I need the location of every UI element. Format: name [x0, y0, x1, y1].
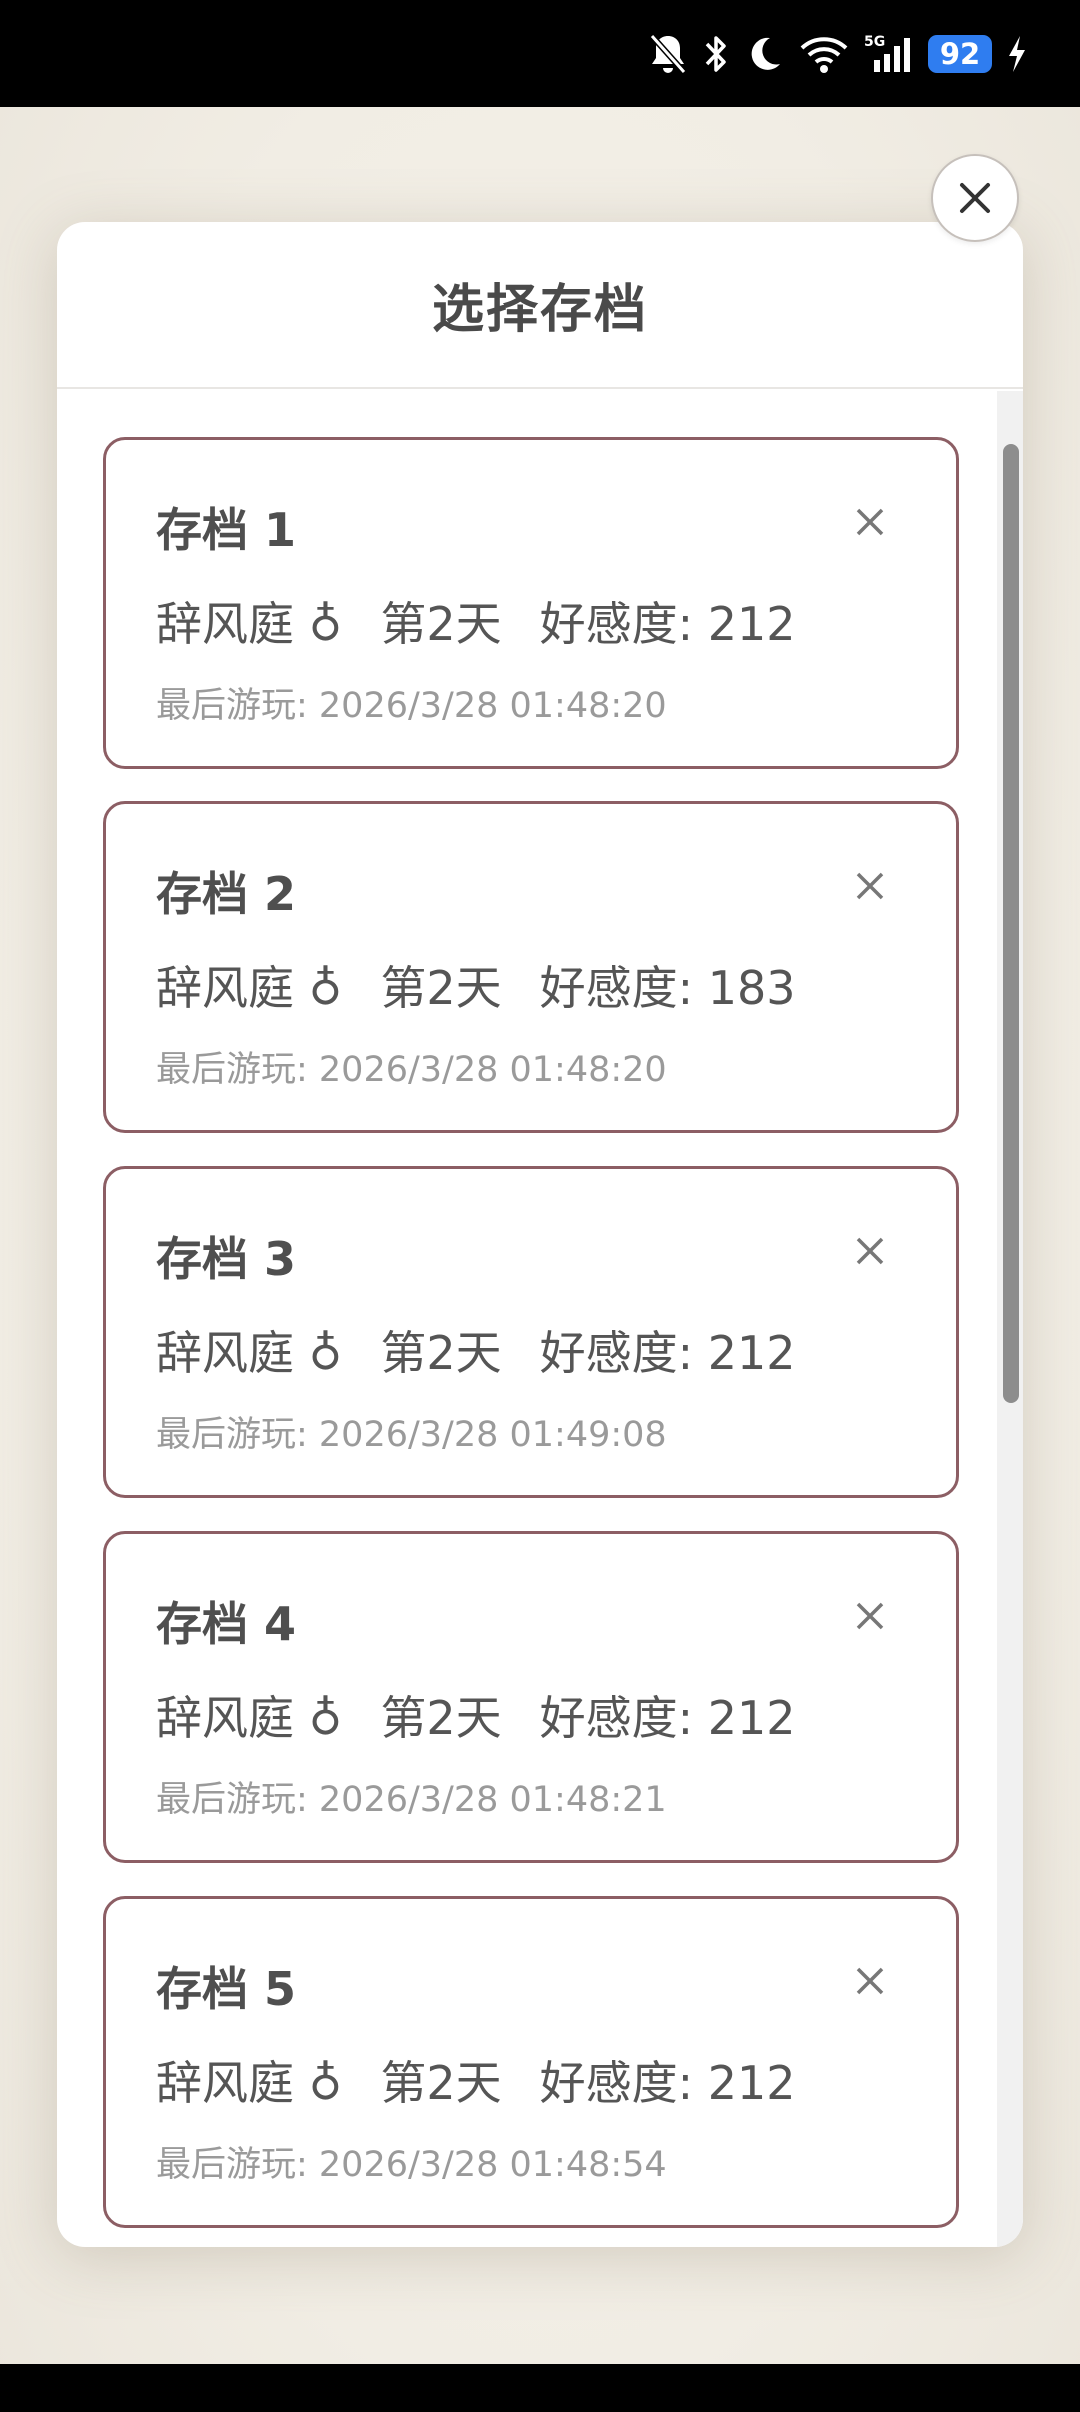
affection-label: 好感度: 212 [539, 597, 796, 651]
delete-save-button[interactable] [848, 1959, 892, 2003]
affection-label: 好感度: 212 [539, 1326, 796, 1380]
bluetooth-icon [702, 24, 730, 84]
day-label: 第2天 [380, 1691, 502, 1745]
delete-save-button[interactable] [848, 864, 892, 908]
save-slot-title: 存档 2 [156, 867, 297, 921]
affection-label: 好感度: 212 [539, 2056, 796, 2110]
affection-label: 好感度: 212 [539, 1691, 796, 1745]
save-slot-5[interactable]: 存档 5 辞风庭 ♁ 第2天 好感度: 212 最后游玩: 2026/3/28 … [103, 1896, 959, 2228]
day-label: 第2天 [380, 2056, 502, 2110]
save-slot-title: 存档 4 [156, 1597, 297, 1651]
close-icon [856, 1967, 884, 1995]
save-slot-info: 辞风庭 ♁ 第2天 好感度: 212 [156, 1682, 796, 1748]
character-name: 辞风庭 ♁ [156, 2056, 343, 2110]
last-played: 最后游玩: 2026/3/28 01:48:20 [156, 1050, 667, 1090]
character-name: 辞风庭 ♁ [156, 597, 343, 651]
close-icon [856, 1602, 884, 1630]
bell-muted-icon [648, 24, 688, 84]
close-dialog-button[interactable] [931, 154, 1019, 242]
charging-icon [1006, 24, 1028, 84]
scrollbar-thumb[interactable] [1003, 444, 1019, 1403]
delete-save-button[interactable] [848, 500, 892, 544]
save-slot-info: 辞风庭 ♁ 第2天 好感度: 212 [156, 588, 796, 654]
last-played: 最后游玩: 2026/3/28 01:48:54 [156, 2145, 667, 2185]
close-icon [856, 1237, 884, 1265]
save-slot-2[interactable]: 存档 2 辞风庭 ♁ 第2天 好感度: 183 最后游玩: 2026/3/28 … [103, 801, 959, 1133]
moon-icon [744, 24, 784, 84]
character-name: 辞风庭 ♁ [156, 961, 343, 1015]
network-label: 5G [864, 34, 885, 50]
wifi-icon [798, 24, 850, 84]
dialog-header: 选择存档 [57, 222, 1023, 389]
save-slot-info: 辞风庭 ♁ 第2天 好感度: 212 [156, 1317, 796, 1383]
save-list[interactable]: 存档 1 辞风庭 ♁ 第2天 好感度: 212 最后游玩: 2026/3/28 … [57, 391, 1023, 2247]
save-slot-title: 存档 5 [156, 1962, 297, 2016]
navigation-bar [0, 2364, 1080, 2412]
delete-save-button[interactable] [848, 1229, 892, 1273]
day-label: 第2天 [380, 597, 502, 651]
battery-indicator: 92 [928, 34, 992, 73]
character-name: 辞风庭 ♁ [156, 1691, 343, 1745]
delete-save-button[interactable] [848, 1594, 892, 1638]
last-played: 最后游玩: 2026/3/28 01:49:08 [156, 1415, 667, 1455]
save-slot-title: 存档 1 [156, 503, 297, 557]
day-label: 第2天 [380, 1326, 502, 1380]
close-icon [856, 508, 884, 536]
save-slot-3[interactable]: 存档 3 辞风庭 ♁ 第2天 好感度: 212 最后游玩: 2026/3/28 … [103, 1166, 959, 1498]
save-slot-1[interactable]: 存档 1 辞风庭 ♁ 第2天 好感度: 212 最后游玩: 2026/3/28 … [103, 437, 959, 769]
affection-label: 好感度: 183 [539, 961, 796, 1015]
last-played: 最后游玩: 2026/3/28 01:48:20 [156, 686, 667, 726]
save-select-dialog: 选择存档 存档 1 辞风庭 ♁ 第2天 好感度: 212 最后游玩: 2026/… [57, 222, 1023, 2247]
save-slot-4[interactable]: 存档 4 辞风庭 ♁ 第2天 好感度: 212 最后游玩: 2026/3/28 … [103, 1531, 959, 1863]
character-name: 辞风庭 ♁ [156, 1326, 343, 1380]
save-slot-title: 存档 3 [156, 1232, 297, 1286]
day-label: 第2天 [380, 961, 502, 1015]
screen: 5G 92 选择存档 存档 1 辞风庭 ♁ 第2天 好感度: 212 最后游玩:… [0, 0, 1080, 2412]
close-icon [960, 183, 990, 213]
status-bar: 5G 92 [0, 0, 1080, 107]
scrollbar-track[interactable] [997, 391, 1023, 2247]
dialog-title: 选择存档 [431, 280, 648, 340]
save-slot-info: 辞风庭 ♁ 第2天 好感度: 212 [156, 2047, 796, 2113]
last-played: 最后游玩: 2026/3/28 01:48:21 [156, 1780, 667, 1820]
signal-5g-icon: 5G [864, 24, 914, 84]
save-slot-info: 辞风庭 ♁ 第2天 好感度: 183 [156, 952, 796, 1018]
close-icon [856, 872, 884, 900]
